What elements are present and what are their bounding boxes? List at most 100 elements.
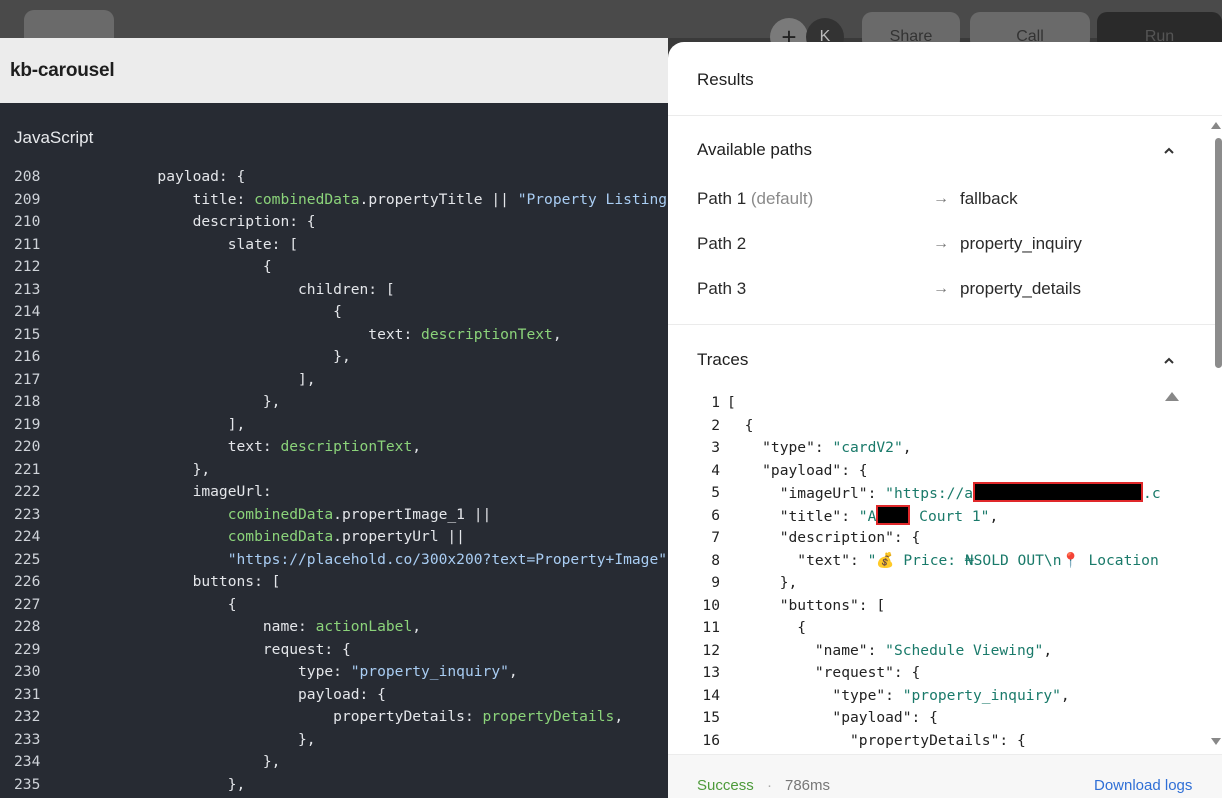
trace-text: "propertyDetails": {	[727, 731, 1026, 749]
code-text: },	[52, 393, 281, 410]
code-text: },	[52, 348, 351, 365]
path-name: Path 1 (default)	[697, 189, 814, 208]
path-target: property_inquiry	[960, 234, 1082, 253]
status-separator: ·	[767, 777, 772, 794]
code-text: {	[52, 595, 237, 613]
code-text: title: combinedData.propertyTitle || "Pr…	[52, 190, 668, 208]
code-text: payload: {	[52, 168, 246, 185]
code-line: 235 },	[0, 774, 668, 796]
line-number: 10	[702, 596, 720, 614]
results-title: Results	[697, 70, 754, 89]
line-number: 3	[711, 439, 720, 456]
code-line: 216 },	[0, 346, 668, 368]
trace-line: 10 "buttons": [	[696, 595, 1166, 618]
trace-text: "payload": {	[727, 709, 938, 726]
download-logs-link[interactable]: Download logs	[1094, 777, 1192, 794]
trace-line: 9 },	[696, 572, 1166, 595]
code-line: 213 children: [	[0, 279, 668, 301]
code-line: 232 propertyDetails: propertyDetails,	[0, 706, 668, 728]
code-text: ],	[52, 370, 316, 388]
code-line: 223 combinedData.propertImage_1 ||	[0, 504, 668, 526]
traces-scroll-up-icon[interactable]	[1165, 392, 1179, 401]
trace-line: 3 "type": "cardV2",	[696, 437, 1166, 460]
line-number: 218	[14, 393, 41, 410]
results-panel: Results Available paths Path 1 (default)…	[668, 42, 1222, 798]
code-line: 209 title: combinedData.propertyTitle ||…	[0, 189, 668, 211]
line-number: 230	[14, 663, 41, 680]
line-number: 209	[14, 190, 41, 208]
traces-title: Traces	[697, 350, 749, 369]
line-number: 4	[711, 461, 720, 479]
trace-line: 8 "text": "💰 Price: ₦SOLD OUT\n📍 Locatio…	[696, 550, 1166, 573]
code-line: 230 type: "property_inquiry",	[0, 661, 668, 683]
trace-text: "request": {	[727, 664, 921, 681]
code-line: 215 text: descriptionText,	[0, 324, 668, 346]
code-text: "https://placehold.co/300x200?text=Prope…	[227, 550, 668, 568]
code-text: text: descriptionText,	[52, 438, 422, 455]
trace-text: [	[727, 394, 736, 411]
chevron-up-icon[interactable]	[1162, 354, 1176, 368]
code-text: request: {	[52, 640, 351, 658]
code-text: type: "property_inquiry",	[52, 663, 518, 680]
code-text: {	[52, 303, 342, 320]
code-text: },	[52, 460, 211, 478]
trace-line: 4 "payload": {	[696, 460, 1166, 483]
scrollbar-thumb[interactable]	[1215, 138, 1222, 368]
line-number: 208	[14, 168, 41, 185]
code-text: {	[52, 258, 272, 275]
line-number: 214	[14, 303, 41, 320]
line-number: 211	[14, 235, 41, 253]
line-number: 223	[14, 505, 41, 523]
code-line: 214 {	[0, 301, 668, 323]
path-row: Path 1 (default) → fallback	[697, 189, 1177, 215]
line-number: 7	[711, 529, 720, 546]
trace-line: 15 "payload": {	[696, 707, 1166, 730]
code-line: 212 {	[0, 256, 668, 278]
trace-text: "payload": {	[727, 461, 868, 479]
chevron-up-icon[interactable]	[1162, 144, 1176, 158]
line-number: 221	[14, 460, 41, 478]
code-line: 219 ],	[0, 414, 668, 436]
traces-json-viewer[interactable]: 1[2 {3 "type": "cardV2", 4 "payload": {5 …	[696, 392, 1180, 754]
line-number: 233	[14, 730, 41, 748]
code-text: },	[52, 730, 316, 748]
code-line: 222 imageUrl:	[0, 481, 668, 503]
line-number: 227	[14, 595, 41, 613]
trace-text: {	[727, 619, 807, 636]
code-line: 231 payload: {	[0, 684, 668, 706]
line-number: 229	[14, 640, 41, 658]
line-number: 210	[14, 213, 41, 230]
trace-line: 13 "request": {	[696, 662, 1166, 685]
code-text: },	[52, 775, 246, 793]
line-number: 2	[711, 416, 720, 434]
code-text: ],	[52, 415, 246, 433]
line-number: 1	[711, 394, 720, 411]
background-toolbar: + K Share Call Run	[0, 0, 1222, 56]
line-number: 9	[711, 574, 720, 591]
trace-text: "description": {	[727, 529, 921, 546]
code-text: },	[52, 753, 281, 770]
line-number: 220	[14, 438, 41, 455]
trace-line: 5 "imageUrl": "https://a .c	[696, 482, 1166, 505]
status-label: Success	[697, 777, 754, 794]
code-line: 220 text: descriptionText,	[0, 436, 668, 458]
code-text: text: descriptionText,	[52, 325, 562, 343]
trace-text: "imageUrl": "https://a .c	[727, 482, 1161, 506]
path-row: Path 3 → property_details	[697, 279, 1177, 305]
trace-text: {	[727, 416, 754, 434]
divider	[668, 115, 1222, 116]
line-number: 217	[14, 370, 41, 388]
results-footer: Success · 786ms Download logs	[668, 754, 1222, 798]
line-number: 231	[14, 685, 41, 703]
arrow-right-icon: →	[933, 190, 949, 207]
line-number: 11	[702, 619, 720, 636]
arrow-right-icon: →	[933, 235, 949, 252]
line-number: 235	[14, 775, 41, 793]
code-area[interactable]: 208 payload: { 209 title: combinedData.pr…	[0, 166, 668, 798]
line-number: 12	[702, 641, 720, 659]
line-number: 234	[14, 753, 41, 770]
trace-line: 7 "description": {	[696, 527, 1166, 550]
scroll-up-icon[interactable]	[1211, 122, 1221, 129]
divider	[668, 324, 1222, 325]
scroll-down-icon[interactable]	[1211, 738, 1221, 745]
